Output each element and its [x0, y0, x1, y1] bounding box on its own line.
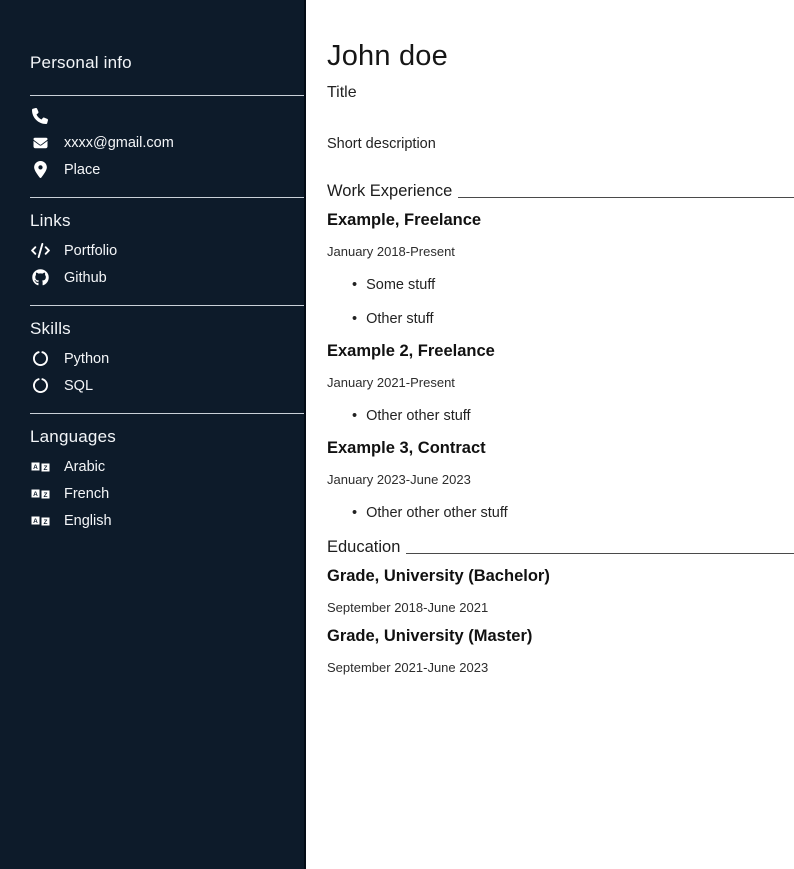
contact-email-row: xxxx@gmail.com: [30, 129, 304, 156]
work-entry-period: January 2018-Present: [327, 244, 794, 259]
sidebar-section-title-languages: Languages: [30, 427, 304, 447]
education-entry-title: Grade, University (Master): [327, 627, 794, 646]
section-heading-label: Work Experience: [327, 182, 452, 201]
language-icon: AZ: [30, 460, 50, 474]
skills-list: Python SQL: [30, 345, 304, 399]
portfolio-link-label[interactable]: Portfolio: [64, 243, 117, 259]
github-link-label[interactable]: Github: [64, 270, 107, 286]
email-value: xxxx@gmail.com: [64, 135, 174, 151]
person-title: Title: [327, 84, 794, 102]
work-entry-period: January 2021-Present: [327, 375, 794, 390]
location-pin-icon: [30, 161, 50, 178]
github-icon: [30, 269, 50, 286]
phone-icon: [30, 108, 50, 124]
language-english-row: AZ English: [30, 507, 304, 534]
language-icon: AZ: [30, 487, 50, 501]
sidebar: Personal info xxxx@gmail.com Place: [0, 0, 306, 869]
resume-main: John doe Title Short description Work Ex…: [306, 0, 794, 869]
language-label: Arabic: [64, 459, 105, 475]
divider: [30, 95, 304, 96]
language-label: French: [64, 486, 109, 502]
languages-list: AZ Arabic AZ French AZ English: [30, 453, 304, 534]
skill-label: Python: [64, 351, 109, 367]
work-entry-bullets: Other other other stuff: [327, 505, 794, 521]
bullet-item: Other other stuff: [352, 408, 794, 424]
language-icon: AZ: [30, 514, 50, 528]
work-entry-bullets: Some stuff Other stuff: [327, 277, 794, 327]
skill-sql-row: SQL: [30, 372, 304, 399]
person-name: John doe: [327, 40, 794, 73]
sidebar-section-title-links: Links: [30, 211, 304, 231]
skill-python-row: Python: [30, 345, 304, 372]
sidebar-section-title-personal-info: Personal info: [30, 53, 304, 73]
education-entry-period: September 2018-June 2021: [327, 600, 794, 615]
language-french-row: AZ French: [30, 480, 304, 507]
language-arabic-row: AZ Arabic: [30, 453, 304, 480]
links-list: Portfolio Github: [30, 237, 304, 291]
work-entry-bullets: Other other stuff: [327, 408, 794, 424]
work-entry-period: January 2023-June 2023: [327, 472, 794, 487]
section-heading-rule: [406, 553, 794, 554]
svg-text:Z: Z: [43, 519, 47, 526]
education-entry-title: Grade, University (Bachelor): [327, 567, 794, 586]
work-entry: Example 3, Contract January 2023-June 20…: [327, 439, 794, 521]
personal-info-list: xxxx@gmail.com Place: [30, 102, 304, 183]
education-entry: Grade, University (Bachelor) September 2…: [327, 567, 794, 615]
divider: [30, 413, 304, 414]
education-entry-period: September 2021-June 2023: [327, 660, 794, 675]
divider: [30, 197, 304, 198]
work-experience-section-heading: Work Experience: [327, 182, 794, 201]
sidebar-section-title-skills: Skills: [30, 319, 304, 339]
svg-text:A: A: [33, 464, 38, 471]
work-entry: Example 2, Freelance January 2021-Presen…: [327, 342, 794, 424]
envelope-icon: [30, 136, 50, 150]
education-entry: Grade, University (Master) September 202…: [327, 627, 794, 675]
svg-text:Z: Z: [43, 465, 47, 472]
section-heading-label: Education: [327, 538, 400, 557]
skill-label: SQL: [64, 378, 93, 394]
section-heading-rule: [458, 197, 794, 198]
work-entry-title: Example 2, Freelance: [327, 342, 794, 361]
work-entry: Example, Freelance January 2018-Present …: [327, 211, 794, 327]
contact-phone-row: [30, 102, 304, 129]
resume-page: Personal info xxxx@gmail.com Place: [0, 0, 794, 869]
svg-text:Z: Z: [43, 492, 47, 499]
work-entry-title: Example 3, Contract: [327, 439, 794, 458]
education-section-heading: Education: [327, 538, 794, 557]
code-icon: [30, 243, 50, 258]
circle-notch-icon: [30, 378, 50, 393]
divider: [30, 305, 304, 306]
place-value: Place: [64, 162, 100, 178]
bullet-item: Some stuff: [352, 277, 794, 293]
svg-text:A: A: [33, 518, 38, 525]
work-entry-title: Example, Freelance: [327, 211, 794, 230]
svg-text:A: A: [33, 491, 38, 498]
link-github-row[interactable]: Github: [30, 264, 304, 291]
circle-notch-icon: [30, 351, 50, 366]
link-portfolio-row[interactable]: Portfolio: [30, 237, 304, 264]
short-description: Short description: [327, 136, 794, 152]
bullet-item: Other stuff: [352, 311, 794, 327]
bullet-item: Other other other stuff: [352, 505, 794, 521]
contact-place-row: Place: [30, 156, 304, 183]
language-label: English: [64, 513, 112, 529]
